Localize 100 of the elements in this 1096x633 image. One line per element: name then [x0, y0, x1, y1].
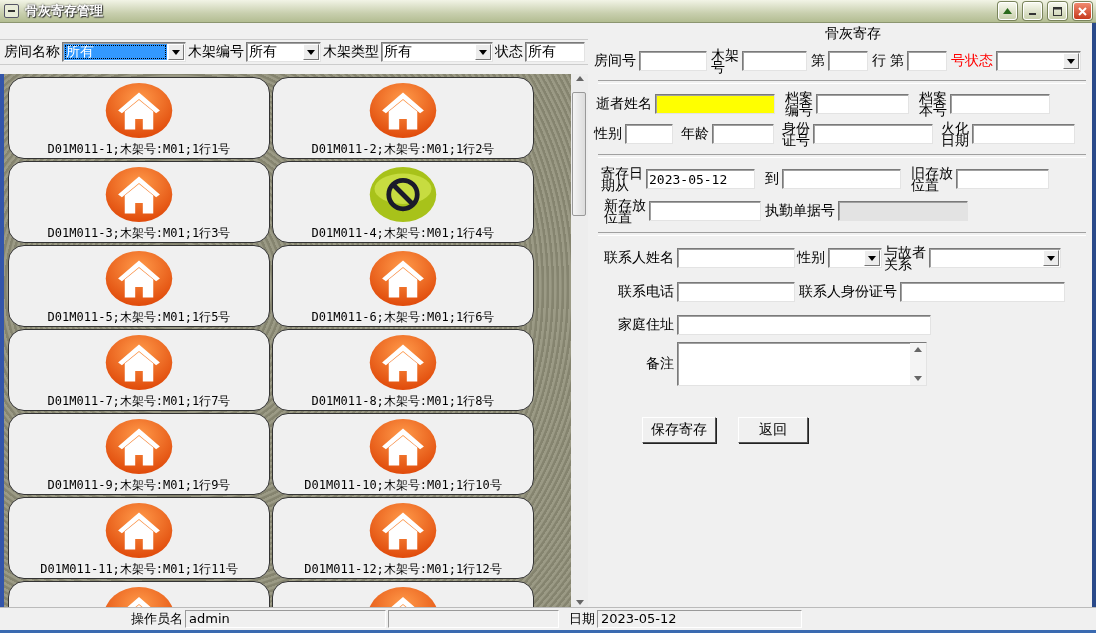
field-label: 寄存日期从 [601, 167, 643, 191]
text-field[interactable] [677, 282, 795, 302]
close-icon [1078, 6, 1087, 16]
save-button[interactable]: 保存寄存 [642, 417, 716, 443]
field-label: 身份证号 [782, 122, 810, 146]
niche-tile[interactable]: D01M011-3;木架号:M01;1行3号 [8, 161, 270, 243]
niche-tile[interactable]: D01M011-5;木架号:M01;1行5号 [8, 245, 270, 327]
roll-up-button[interactable] [998, 2, 1017, 20]
status-field[interactable]: 所有 [525, 42, 585, 62]
dropdown-field[interactable] [929, 248, 1061, 268]
field-label: 执勤单据号 [765, 202, 835, 220]
text-field[interactable] [639, 51, 707, 71]
text-field[interactable] [950, 94, 1050, 114]
niche-label: D01M011-6;木架号:M01;1行6号 [311, 309, 495, 326]
text-field[interactable] [972, 124, 1075, 144]
text-field[interactable] [649, 201, 761, 221]
operator-field: admin [185, 610, 386, 628]
field-label: 第 [890, 52, 904, 70]
niche-label: D01M011-9;木架号:M01;1行9号 [47, 477, 231, 494]
form-title: 骨灰寄存 [825, 25, 881, 43]
text-field[interactable] [625, 124, 673, 144]
caret-icon [868, 255, 876, 261]
text-field[interactable] [956, 169, 1049, 189]
niche-label: D01M011-10;木架号:M01;1行10号 [304, 477, 502, 494]
scroll-down-icon[interactable] [914, 376, 922, 381]
caret-icon [1067, 58, 1075, 64]
field-label: 逝者姓名 [596, 95, 652, 113]
scroll-up-icon[interactable] [575, 76, 584, 81]
field-label: 档案编号 [785, 92, 813, 116]
maximize-button[interactable] [1048, 2, 1067, 20]
filter-label: 状态 [495, 43, 523, 61]
field-label: 第 [811, 52, 825, 70]
scroll-down-icon[interactable] [575, 600, 584, 605]
system-menu-icon[interactable] [4, 4, 19, 18]
text-field[interactable] [677, 248, 795, 268]
niche-label: D01M011-12;木架号:M01;1行12号 [304, 561, 502, 578]
text-field[interactable] [782, 169, 901, 189]
caret-icon [479, 49, 487, 55]
text-field[interactable] [712, 124, 774, 144]
niche-tile[interactable]: D01M011-8;木架号:M01;1行8号 [272, 329, 534, 411]
niche-tile[interactable]: D01M011-6;木架号:M01;1行6号 [272, 245, 534, 327]
status-label: 日期 [568, 610, 595, 628]
text-field[interactable] [900, 282, 1065, 302]
text-field[interactable] [742, 51, 807, 71]
niche-label: D01M011-8;木架号:M01;1行8号 [311, 393, 495, 410]
maximize-icon [1053, 6, 1062, 16]
niche-tile[interactable]: D01M011-1;木架号:M01;1行1号 [8, 77, 270, 159]
text-field[interactable]: 2023-05-12 [646, 169, 755, 189]
text-field[interactable] [813, 124, 933, 144]
house-icon [367, 334, 439, 391]
niche-tile[interactable]: D01M011-4;木架号:M01;1行4号 [272, 161, 534, 243]
notes-field[interactable] [677, 342, 927, 386]
close-button[interactable] [1073, 2, 1092, 20]
field-label: 旧存放位置 [911, 167, 953, 191]
dropdown-field[interactable]: 所有 [246, 42, 321, 62]
caret-icon [172, 49, 180, 55]
text-field[interactable] [816, 94, 909, 114]
niche-label: D01M011-1;木架号:M01;1行1号 [47, 141, 231, 158]
field-label: 新存放位置 [604, 199, 646, 223]
niche-tile[interactable]: D01M011-9;木架号:M01;1行9号 [8, 413, 270, 495]
field-label: 家庭住址 [618, 316, 674, 334]
niche-label: D01M011-4;木架号:M01;1行4号 [311, 225, 495, 242]
field-label: 与故者关系 [884, 246, 926, 270]
house-icon [103, 334, 175, 391]
text-field[interactable] [677, 315, 931, 335]
field-label: 行 [872, 52, 886, 70]
field-label: 备注 [646, 355, 674, 373]
field-label: 年龄 [681, 125, 709, 143]
field-label: 联系电话 [618, 283, 674, 301]
status-label: 操作员名 [130, 610, 183, 628]
window-title: 骨灰寄存管理 [25, 2, 104, 20]
dropdown-field[interactable]: 所有 [381, 42, 493, 62]
filter-label: 木架编号 [188, 43, 244, 61]
text-field[interactable] [655, 94, 775, 114]
field-label: 性别 [594, 125, 622, 143]
niche-tile[interactable]: D01M011-2;木架号:M01;1行2号 [272, 77, 534, 159]
text-field[interactable] [907, 51, 947, 71]
house-icon [103, 82, 175, 139]
niche-tile[interactable]: D01M011-10;木架号:M01;1行10号 [272, 413, 534, 495]
house-icon [367, 82, 439, 139]
niche-label: D01M011-5;木架号:M01;1行5号 [47, 309, 231, 326]
niche-tile[interactable]: D01M011-12;木架号:M01;1行12号 [272, 497, 534, 579]
field-label: 联系人姓名 [604, 249, 674, 267]
scroll-up-icon[interactable] [914, 347, 922, 352]
niche-tile[interactable]: D01M011-7;木架号:M01;1行7号 [8, 329, 270, 411]
date-field: 2023-05-12 [597, 610, 802, 628]
field-label: 房间号 [594, 52, 636, 70]
minimize-button[interactable] [1023, 2, 1042, 20]
niche-tile[interactable]: D01M011-11;木架号:M01;1行11号 [8, 497, 270, 579]
dropdown-field[interactable] [828, 248, 882, 268]
dropdown-field[interactable] [996, 51, 1081, 71]
field-label: 到 [765, 170, 779, 188]
back-button[interactable]: 返回 [738, 417, 808, 443]
scroll-thumb[interactable] [572, 92, 586, 216]
filter-label: 木架类型 [323, 43, 379, 61]
field-label: 木架号 [711, 49, 739, 73]
niche-label: D01M011-3;木架号:M01;1行3号 [47, 225, 231, 242]
niche-label: D01M011-2;木架号:M01;1行2号 [311, 141, 495, 158]
text-field[interactable] [828, 51, 868, 71]
filter-label: 房间名称 [4, 43, 60, 61]
